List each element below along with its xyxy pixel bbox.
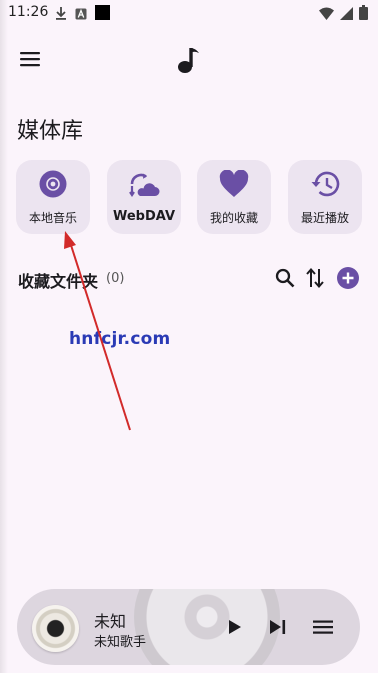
add-circle-icon xyxy=(337,267,359,289)
next-button[interactable] xyxy=(266,615,290,639)
black-square-icon xyxy=(95,5,110,24)
tile-label: 最近播放 xyxy=(300,211,349,225)
playlist-icon xyxy=(313,620,333,634)
tile-favorites[interactable]: 我的收藏 xyxy=(197,160,271,234)
play-button[interactable] xyxy=(223,615,247,639)
track-title: 未知 xyxy=(94,612,127,631)
tile-label: WebDAV xyxy=(112,209,176,224)
status-bar: 11:26 xyxy=(0,0,378,26)
track-artist: 未知歌手 xyxy=(94,635,147,650)
app-logo xyxy=(174,44,204,76)
history-icon xyxy=(311,171,340,197)
heart-icon xyxy=(219,170,249,197)
hamburger-icon xyxy=(20,52,40,67)
battery-icon xyxy=(359,5,368,24)
signal-icon xyxy=(340,5,353,24)
search-icon xyxy=(275,268,295,288)
tile-label: 我的收藏 xyxy=(209,211,258,225)
download-icon xyxy=(55,5,67,24)
sort-button[interactable] xyxy=(304,266,326,290)
tile-webdav[interactable]: WebDAV xyxy=(107,160,181,234)
favorites-count: (0) xyxy=(106,271,125,286)
tile-label: 本地音乐 xyxy=(28,211,77,225)
cloud-sync-icon xyxy=(129,173,160,197)
page-title: 媒体库 xyxy=(17,119,84,144)
library-tiles: 本地音乐 WebDAV 我的收藏 最近播放 xyxy=(16,160,366,235)
watermark-text: hnfcjr.com xyxy=(69,329,171,349)
tile-local-music[interactable]: 本地音乐 xyxy=(16,160,90,234)
disc-icon xyxy=(39,170,67,198)
annotation-arrow xyxy=(64,231,131,431)
mini-player[interactable]: 未知 未知歌手 xyxy=(17,589,360,665)
edge-shadow xyxy=(0,0,8,673)
add-folder-button[interactable] xyxy=(335,265,361,291)
sort-icon xyxy=(306,268,324,288)
wifi-icon xyxy=(319,5,334,24)
menu-button[interactable] xyxy=(15,46,45,72)
search-button[interactable] xyxy=(273,266,297,290)
status-time: 11:26 xyxy=(8,4,49,20)
playlist-button[interactable] xyxy=(310,615,336,639)
favorites-title: 收藏文件夹 xyxy=(18,272,99,291)
skip-next-icon xyxy=(270,620,286,634)
play-icon xyxy=(229,620,241,634)
album-disc xyxy=(32,605,79,652)
music-note-icon xyxy=(178,48,199,73)
font-a-icon xyxy=(75,5,87,24)
tile-recent[interactable]: 最近播放 xyxy=(288,160,362,234)
album-art-background xyxy=(134,589,280,665)
